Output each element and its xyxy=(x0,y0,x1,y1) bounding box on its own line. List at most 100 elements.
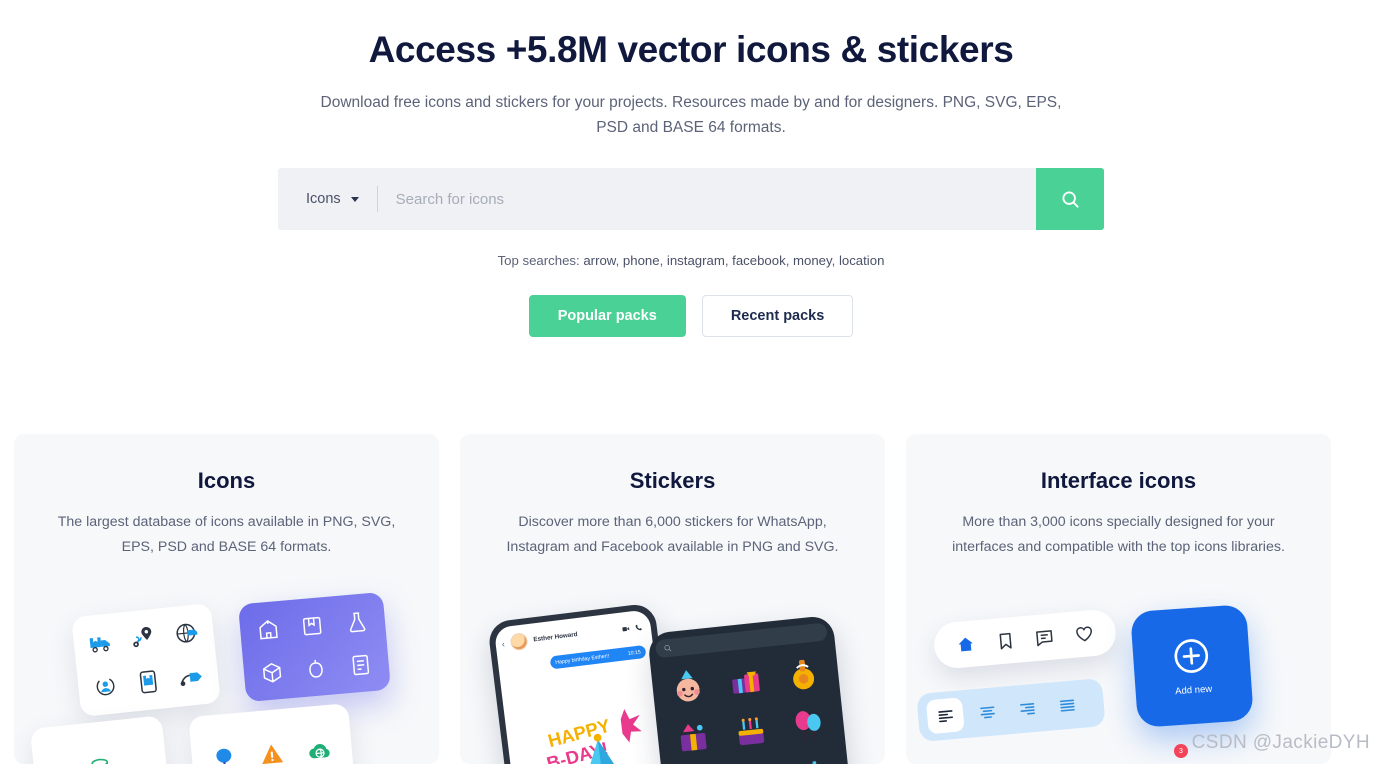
champagne-sticker xyxy=(793,659,815,690)
text-align-widget xyxy=(916,677,1106,743)
delivery-arrow-icon xyxy=(180,672,202,687)
heart-icon xyxy=(1075,626,1092,641)
icon-pack-tile-weather xyxy=(188,703,356,764)
party-face-sticker xyxy=(676,670,700,702)
search-icon xyxy=(664,644,672,652)
school-icon xyxy=(259,619,278,639)
balloons-sticker xyxy=(795,711,821,742)
align-justify-icon xyxy=(1059,699,1075,712)
bookmark-icon xyxy=(999,632,1012,649)
align-center-option[interactable] xyxy=(970,694,1005,731)
avatar xyxy=(509,632,529,652)
sticker-phones-illustration: ‹ Esther Howard Happy birthday Esther!! … xyxy=(460,594,885,764)
sticker-item[interactable] xyxy=(665,712,721,761)
flask-icon xyxy=(349,611,366,632)
apple-icon xyxy=(309,659,324,678)
tab-recent-packs[interactable]: Recent packs xyxy=(701,295,854,337)
card-stickers[interactable]: Stickers Discover more than 6,000 sticke… xyxy=(460,434,885,764)
home-icon xyxy=(958,637,974,651)
page-title: Access +5.8M vector icons & stickers xyxy=(368,29,1014,70)
top-search-term-location[interactable]: location xyxy=(839,253,884,268)
align-left-selected[interactable] xyxy=(925,697,965,735)
party-popper-sticker xyxy=(812,761,817,764)
icon-pack-tile-logistics xyxy=(71,602,221,718)
align-center-icon xyxy=(979,706,995,718)
search-type-label: Icons xyxy=(306,191,341,207)
page-root: Access +5.8M vector icons & stickers Dow… xyxy=(0,0,1382,764)
hero-section: Access +5.8M vector icons & stickers Dow… xyxy=(0,0,1382,140)
sticker-item[interactable] xyxy=(718,656,774,705)
gift-boxes-sticker xyxy=(732,671,760,694)
top-searches-label: Top searches: xyxy=(497,253,580,268)
globe-delivery-icon xyxy=(176,623,198,643)
icon-pack-tile-education xyxy=(238,591,391,703)
align-right-option[interactable] xyxy=(1010,690,1045,727)
document-icon xyxy=(352,654,369,675)
bookmarked-book-icon xyxy=(303,616,322,635)
card-stickers-description: Discover more than 6,000 stickers for Wh… xyxy=(506,514,839,555)
card-interface-icons[interactable]: Interface icons More than 3,000 icons sp… xyxy=(906,434,1331,764)
cube-icon xyxy=(263,662,282,683)
pack-tabs: Popular packs Recent packs xyxy=(0,295,1382,337)
birthday-cake-sticker xyxy=(738,717,765,746)
video-camera-icon xyxy=(622,626,630,631)
top-search-term-money[interactable]: money xyxy=(793,253,832,268)
interface-widgets-illustration: Add new 3 xyxy=(906,594,1331,764)
back-icon: ‹ xyxy=(501,638,506,649)
icon-packs-illustration xyxy=(14,591,439,764)
search-bar: Icons xyxy=(278,168,1104,230)
sticker-grid xyxy=(658,649,844,764)
mobile-package-icon xyxy=(139,670,157,694)
cloud-globe-icon xyxy=(309,743,330,759)
delivery-truck-icon xyxy=(89,637,111,653)
chat-header-actions xyxy=(621,623,643,633)
top-search-term-facebook[interactable]: facebook xyxy=(732,253,786,268)
card-icons[interactable]: Icons The largest database of icons avai… xyxy=(14,434,439,764)
chat-message-time: 10:15 xyxy=(627,648,642,657)
sticker-item[interactable] xyxy=(660,662,716,711)
feature-cards: Icons The largest database of icons avai… xyxy=(14,434,1368,764)
plant-pot-icon xyxy=(91,758,109,764)
card-interface-icons-description: More than 3,000 icons specially designed… xyxy=(952,514,1285,555)
top-search-term-phone[interactable]: phone xyxy=(623,253,660,268)
chat-contact-name: Esther Howard xyxy=(533,631,579,644)
phone-sticker-picker-mockup xyxy=(647,614,851,764)
sticker-item[interactable] xyxy=(786,751,842,764)
top-search-term-arrow[interactable]: arrow xyxy=(583,253,615,268)
plus-circle-icon xyxy=(1174,639,1209,673)
align-right-icon xyxy=(1019,702,1035,715)
top-searches-terms: arrow, phone, instagram, facebook, money… xyxy=(583,253,885,268)
sticker-item[interactable] xyxy=(781,700,837,749)
page-subtitle: Download free icons and stickers for you… xyxy=(320,94,1062,136)
card-icons-title: Icons xyxy=(197,468,256,493)
sticker-item[interactable] xyxy=(776,650,832,699)
align-justify-option[interactable] xyxy=(1049,687,1084,724)
card-icons-description: The largest database of icons available … xyxy=(57,514,396,555)
top-searches: Top searches: arrow, phone, instagram, f… xyxy=(0,253,1382,268)
route-location-icon xyxy=(133,626,152,648)
tab-popular-packs[interactable]: Popular packs xyxy=(528,295,686,337)
warning-triangle-icon xyxy=(262,744,284,764)
card-stickers-title: Stickers xyxy=(629,468,716,493)
icon-pack-tile-nature xyxy=(29,715,171,764)
search-submit-button[interactable] xyxy=(1036,168,1104,230)
happy-bday-sticker: HAPPY B-DAY! xyxy=(544,709,642,764)
tree-icon xyxy=(216,748,232,764)
phone-chat-screen: ‹ Esther Howard Happy birthday Esther!! … xyxy=(493,609,671,764)
chat-message-text: Happy birthday Esther!! xyxy=(555,652,610,666)
align-left-icon xyxy=(937,709,953,722)
top-search-term-instagram[interactable]: instagram xyxy=(667,253,725,268)
sticker-item[interactable] xyxy=(723,706,779,755)
search-icon xyxy=(1061,190,1079,208)
phone-chat-mockup: ‹ Esther Howard Happy birthday Esther!! … xyxy=(487,602,677,764)
chat-bubble-icon xyxy=(1036,629,1053,646)
bottom-nav-widget xyxy=(932,608,1118,670)
notification-badge: 3 xyxy=(1174,744,1188,758)
search-input[interactable] xyxy=(377,168,1036,230)
sprout-icon xyxy=(47,755,76,764)
search-type-dropdown[interactable]: Icons xyxy=(278,168,377,230)
gift-confetti-sticker xyxy=(680,724,707,752)
phone-call-icon xyxy=(635,624,642,630)
add-new-button[interactable]: Add new xyxy=(1130,604,1254,728)
sticker-item[interactable] xyxy=(728,757,784,764)
